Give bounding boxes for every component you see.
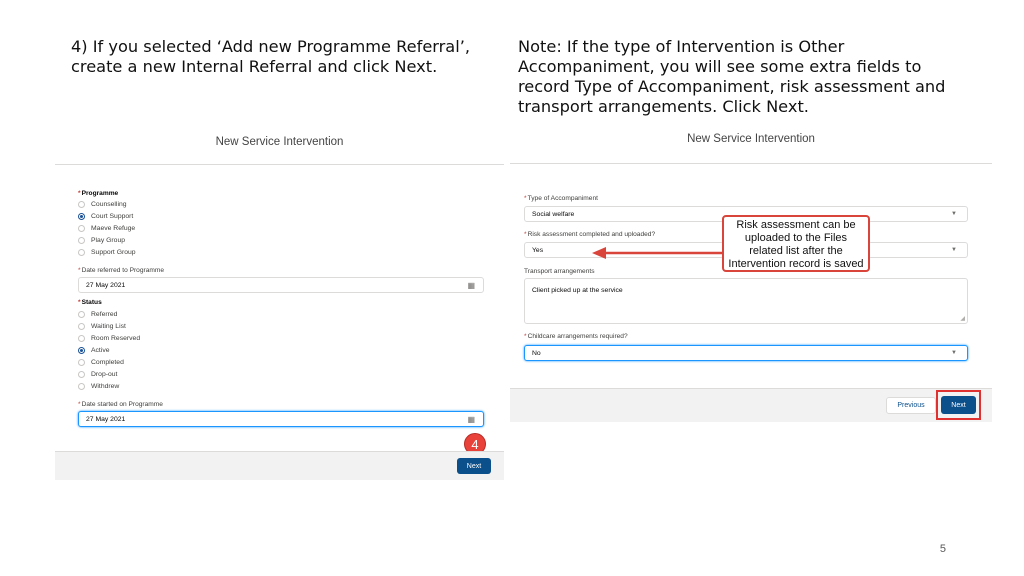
programme-option-maeve-refuge[interactable]: Maeve Refuge [78, 225, 135, 232]
date-referred-value: 27 May 2021 [86, 281, 126, 289]
previous-button[interactable]: Previous [886, 397, 936, 414]
programme-option-support-group[interactable]: Support Group [78, 249, 136, 256]
status-option-withdrew[interactable]: Withdrew [78, 383, 119, 390]
date-referred-label: *Date referred to Programme [78, 267, 165, 274]
childcare-select[interactable]: No ▼ [524, 345, 968, 361]
risk-assessment-value: Yes [532, 246, 544, 254]
radio-selected-icon [78, 213, 85, 220]
left-title-divider [55, 164, 504, 165]
status-option-waiting-list[interactable]: Waiting List [78, 323, 126, 330]
arrow-left-icon [592, 247, 728, 259]
risk-assessment-label: *Risk assessment completed and uploaded? [524, 231, 656, 238]
transport-value: Client picked up at the service [532, 287, 623, 294]
childcare-value: No [532, 349, 541, 357]
childcare-label: *Childcare arrangements required? [524, 333, 628, 340]
right-title-divider [510, 163, 992, 164]
status-option-active[interactable]: Active [78, 347, 110, 354]
status-option-referred[interactable]: Referred [78, 311, 117, 318]
programme-option-counselling[interactable]: Counselling [78, 201, 127, 208]
status-option-completed[interactable]: Completed [78, 359, 124, 366]
chevron-down-icon[interactable]: ▼ [951, 350, 957, 356]
transport-label: Transport arrangements [524, 268, 595, 275]
status-option-room-reserved[interactable]: Room Reserved [78, 335, 140, 342]
date-started-label: *Date started on Programme [78, 401, 163, 408]
risk-assessment-callout: Risk assessment can be uploaded to the F… [722, 215, 870, 272]
resize-handle-icon[interactable]: ◢ [960, 315, 965, 322]
radio-icon [78, 323, 85, 330]
radio-icon [78, 383, 85, 390]
radio-selected-icon [78, 347, 85, 354]
type-accompaniment-value: Social welfare [532, 210, 575, 218]
transport-textarea[interactable]: Client picked up at the service ◢ [524, 278, 968, 324]
calendar-icon[interactable]: ▦ [467, 415, 475, 424]
right-instruction: Note: If the type of Intervention is Oth… [518, 37, 946, 116]
left-form-panel: New Service Intervention *Programme Coun… [55, 128, 504, 480]
left-panel-title: New Service Intervention [215, 136, 344, 148]
radio-icon [78, 371, 85, 378]
date-started-input[interactable]: 27 May 2021 ▦ [78, 411, 484, 427]
left-instruction: 4) If you selected ‘Add new Programme Re… [71, 37, 471, 76]
date-started-value: 27 May 2021 [86, 415, 126, 423]
status-option-drop-out[interactable]: Drop-out [78, 371, 117, 378]
type-accompaniment-label: *Type of Accompaniment [524, 195, 598, 202]
programme-label: *Programme [78, 190, 119, 197]
chevron-down-icon[interactable]: ▼ [951, 211, 957, 217]
radio-icon [78, 225, 85, 232]
radio-icon [78, 311, 85, 318]
date-referred-input[interactable]: 27 May 2021 ▦ [78, 277, 484, 293]
left-next-button[interactable]: Next [457, 458, 491, 474]
right-panel-title: New Service Intervention [687, 133, 815, 145]
radio-icon [78, 335, 85, 342]
radio-icon [78, 359, 85, 366]
right-form-panel: New Service Intervention *Type of Accomp… [510, 125, 992, 422]
programme-option-court-support[interactable]: Court Support [78, 213, 133, 220]
chevron-down-icon[interactable]: ▼ [951, 247, 957, 253]
radio-icon [78, 237, 85, 244]
radio-icon [78, 249, 85, 256]
right-next-button[interactable]: Next [941, 396, 976, 414]
radio-icon [78, 201, 85, 208]
left-panel-footer [55, 451, 504, 480]
status-label: *Status [78, 299, 102, 306]
programme-option-play-group[interactable]: Play Group [78, 237, 125, 244]
page-number: 5 [939, 543, 946, 555]
calendar-icon[interactable]: ▦ [467, 281, 475, 290]
